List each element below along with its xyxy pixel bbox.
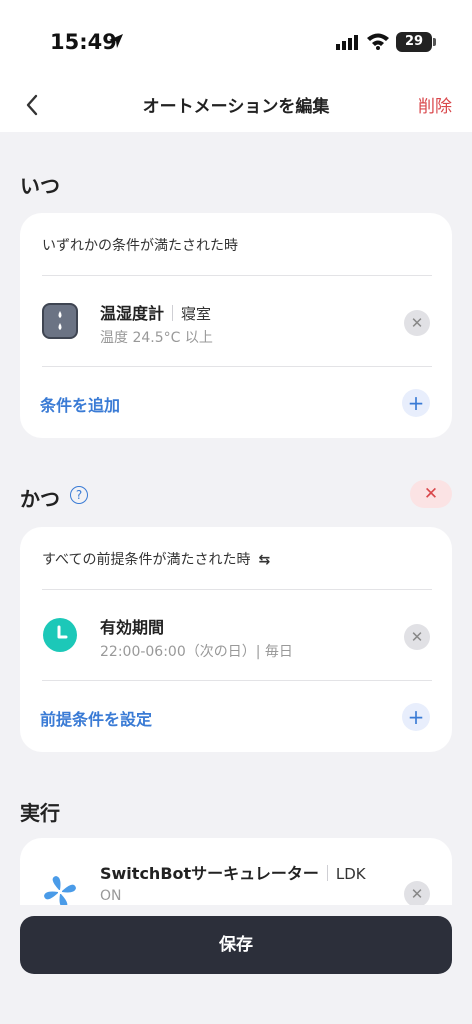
exec-section-title: 実行	[20, 801, 60, 825]
remove-precondition-item-button[interactable]: ✕	[404, 624, 430, 650]
nav-bar: オートメーションを編集 削除	[0, 80, 472, 132]
separator	[326, 865, 328, 881]
and-card: すべての前提条件が満たされた時 ⇆ 有効期間 22:00-06:00（次の日）| …	[20, 527, 452, 752]
exec-device-name: SwitchBotサーキュレーター	[100, 864, 319, 883]
save-button[interactable]: 保存	[20, 916, 452, 974]
divider	[42, 275, 432, 276]
separator	[172, 305, 174, 321]
help-icon[interactable]: ?	[70, 486, 88, 504]
and-header-text: すべての前提条件が満たされた時	[42, 552, 251, 568]
when-condition-header: いずれかの条件が満たされた時	[42, 238, 238, 254]
delete-button[interactable]: 削除	[418, 92, 452, 117]
thermo-hygrometer-icon	[42, 303, 78, 339]
location-arrow-icon	[109, 34, 123, 48]
divider	[42, 589, 432, 590]
divider	[42, 366, 432, 367]
set-precondition-plus-icon[interactable]: +	[402, 703, 430, 731]
exec-item-name[interactable]: SwitchBotサーキュレーター LDK	[100, 860, 366, 884]
and-item-detail: 22:00-06:00（次の日）| 毎日	[100, 644, 293, 660]
when-item-detail: 温度 24.5°C 以上	[100, 330, 213, 346]
remove-condition-button[interactable]: ✕	[404, 310, 430, 336]
when-item-name[interactable]: 温湿度計 寝室	[100, 300, 211, 324]
when-device-name: 温湿度計	[100, 304, 165, 323]
add-condition-button[interactable]: 条件を追加	[40, 392, 120, 416]
status-bar: 15:49 29	[0, 0, 472, 80]
when-device-room: 寝室	[181, 305, 212, 323]
and-condition-header: すべての前提条件が満たされた時 ⇆	[42, 549, 270, 569]
remove-action-button[interactable]: ✕	[404, 881, 430, 907]
swap-icon[interactable]: ⇆	[258, 552, 270, 568]
when-card: いずれかの条件が満たされた時 温湿度計 寝室 温度 24.5°C 以上 ✕ 条件を…	[20, 213, 452, 438]
and-section-title: かつ	[20, 487, 60, 511]
set-precondition-button[interactable]: 前提条件を設定	[40, 706, 152, 730]
clock-icon	[43, 618, 77, 652]
and-item-name[interactable]: 有効期間	[100, 614, 164, 638]
add-condition-plus-icon[interactable]: +	[402, 389, 430, 417]
battery-tip	[433, 38, 436, 46]
divider	[42, 680, 432, 681]
wifi-icon	[367, 33, 389, 50]
exec-device-room: LDK	[335, 865, 366, 883]
page-title: オートメーションを編集	[142, 97, 330, 117]
when-section-title: いつ	[20, 174, 60, 198]
remove-precondition-button[interactable]: ✕	[410, 480, 452, 508]
status-time: 15:49	[50, 30, 117, 54]
battery-indicator: 29	[396, 32, 432, 52]
cellular-signal-icon	[336, 35, 358, 50]
exec-item-state: ON	[100, 888, 122, 904]
save-footer: 保存	[0, 905, 472, 1024]
